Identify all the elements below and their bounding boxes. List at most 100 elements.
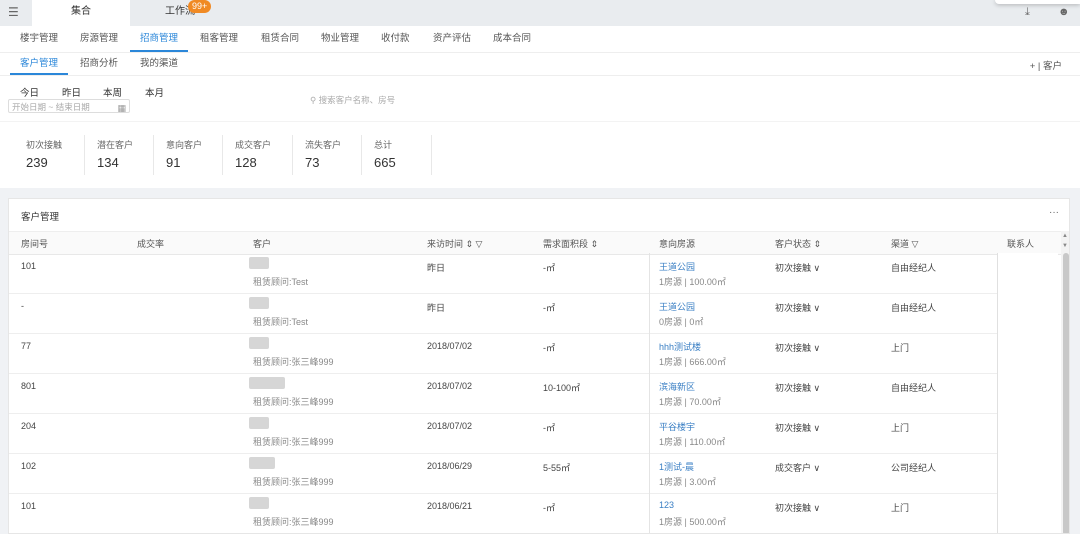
stat-total[interactable]: 总计 665 (361, 135, 396, 175)
customer-avatar (249, 417, 269, 429)
cell-channel: 自由经纪人 (891, 383, 937, 393)
nav-property[interactable]: 物业管理 (321, 26, 359, 50)
cell-property[interactable]: 平谷楼宇 (659, 420, 695, 433)
search-input[interactable]: ⚲ 搜索客户名称、房号 (310, 94, 395, 106)
cell-divider (649, 493, 650, 533)
quick-yesterday[interactable]: 昨日 (62, 85, 81, 99)
date-start: 开始日期 (12, 102, 47, 112)
cell-area: 10-100㎡ (543, 383, 581, 393)
cell-room: 77 (21, 341, 32, 351)
cell-advisor: 租赁顾问:Test (253, 277, 309, 287)
th-visit-time[interactable]: 来访时间 ⇕ ▽ (427, 237, 482, 250)
scroll-up-icon[interactable]: ▲ (1062, 233, 1068, 239)
th-room[interactable]: 房间号 (21, 237, 48, 250)
add-customer-button[interactable]: + | 客户 (1030, 58, 1062, 72)
th-customer[interactable]: 客户 (253, 237, 271, 250)
cell-divider (649, 413, 650, 453)
tab-collection[interactable]: 集合 (32, 0, 130, 26)
cell-property[interactable]: 王道公园 (659, 260, 695, 273)
cell-status[interactable]: 初次接触 ∨ (775, 421, 820, 434)
cell-divider (649, 253, 650, 293)
stat-label: 潜在客户 (97, 140, 134, 150)
cell-property[interactable]: hhh测试楼 (659, 340, 701, 353)
date-end: 结束日期 (55, 102, 90, 112)
cell-property-sub: 1房源 | 500.00㎡ (659, 517, 726, 527)
th-property[interactable]: 意向房源 (659, 237, 695, 250)
nav-asset[interactable]: 资产评估 (433, 26, 471, 50)
table-row[interactable]: 102 租赁顾问:张三峰999 2018/06/29 5-55㎡ 1测试-晨 1… (9, 453, 1057, 494)
card-title: 客户管理 (21, 212, 60, 223)
stat-value: 134 (97, 155, 119, 170)
cell-status[interactable]: 初次接触 ∨ (775, 501, 820, 514)
cell-status[interactable]: 初次接触 ∨ (775, 341, 820, 354)
cell-channel: 自由经纪人 (891, 263, 937, 273)
th-status[interactable]: 客户状态 ⇕ (775, 237, 821, 250)
stat-intent[interactable]: 意向客户 91 (153, 135, 202, 175)
cell-advisor: 租赁顾问:张三峰999 (253, 517, 334, 527)
nav-cost-contract[interactable]: 成本合同 (493, 26, 531, 50)
subnav-customer[interactable]: 客户管理 (10, 53, 69, 75)
th-contact[interactable]: 联系人 (1007, 237, 1034, 250)
menu-icon[interactable]: ☰ (8, 5, 19, 19)
cell-time: 2018/06/21 (427, 501, 473, 511)
cell-status[interactable]: 初次接触 ∨ (775, 261, 820, 274)
customer-avatar (249, 497, 269, 509)
nav-payment[interactable]: 收付款 (381, 26, 410, 50)
customer-table-card: 客户管理 ··· 房间号 成交率 客户 来访时间 ⇕ ▽ 需求面积段 ⇕ 意向房… (8, 198, 1070, 534)
quick-today[interactable]: 今日 (20, 85, 39, 99)
table-row[interactable]: 101 租赁顾问:张三峰999 2018/06/21 -㎡ 123 1房源 | … (9, 493, 1057, 533)
cell-property[interactable]: 王道公园 (659, 300, 695, 313)
table-row[interactable]: 801 租赁顾问:张三峰999 2018/07/02 10-100㎡ 滨海新区 … (9, 373, 1057, 414)
cell-time: 2018/07/02 (427, 341, 473, 351)
download-icon[interactable]: ⤓ (1025, 6, 1030, 19)
cell-time: 2018/06/29 (427, 461, 473, 471)
table-row[interactable]: 101 租赁顾问:Test 昨日 -㎡ 王道公园 1房源 | 100.00㎡ 初… (9, 253, 1057, 294)
cell-status[interactable]: 成交客户 ∨ (775, 461, 820, 474)
customer-avatar (249, 257, 269, 269)
nav-leasing[interactable]: 招商管理 (130, 26, 189, 52)
th-rate[interactable]: 成交率 (137, 237, 164, 250)
nav-lease-contract[interactable]: 租赁合同 (261, 26, 299, 50)
date-range-picker[interactable]: 开始日期 ~ 结束日期 ▦ (8, 99, 130, 113)
cell-area: -㎡ (543, 423, 555, 433)
quick-week[interactable]: 本周 (103, 85, 122, 99)
nav-building[interactable]: 楼宇管理 (20, 26, 58, 50)
cell-status[interactable]: 初次接触 ∨ (775, 381, 820, 394)
cell-property-sub: 1房源 | 3.00㎡ (659, 477, 716, 487)
stat-value: 73 (305, 155, 320, 170)
cell-property-sub: 1房源 | 666.00㎡ (659, 357, 726, 367)
cell-area: -㎡ (543, 263, 555, 273)
quick-month[interactable]: 本月 (145, 85, 164, 99)
stat-first-contact[interactable]: 初次接触 239 (14, 135, 62, 175)
cell-property[interactable]: 滨海新区 (659, 380, 695, 393)
tab-label: 集合 (71, 6, 91, 17)
stat-label: 成交客户 (235, 140, 272, 150)
nav-tenant[interactable]: 租客管理 (200, 26, 238, 50)
th-area[interactable]: 需求面积段 ⇕ (543, 237, 598, 250)
cell-time: 2018/07/02 (427, 421, 473, 431)
cell-status[interactable]: 初次接触 ∨ (775, 301, 820, 314)
stat-potential[interactable]: 潜在客户 134 (84, 135, 133, 175)
cell-area: -㎡ (543, 343, 555, 353)
more-icon[interactable]: ··· (1049, 207, 1059, 218)
th-channel[interactable]: 渠道 ▽ (891, 237, 918, 250)
stat-deal[interactable]: 成交客户 128 (222, 135, 271, 175)
table-row[interactable]: 77 租赁顾问:张三峰999 2018/07/02 -㎡ hhh测试楼 1房源 … (9, 333, 1057, 374)
subnav-channel[interactable]: 我的渠道 (140, 53, 178, 73)
scroll-down-icon[interactable]: ▼ (1062, 243, 1068, 249)
scrollbar-thumb[interactable] (1063, 253, 1069, 533)
user-icon[interactable]: ☻ (1058, 6, 1070, 18)
table-row[interactable]: 204 租赁顾问:张三峰999 2018/07/02 -㎡ 平谷楼宇 1房源 |… (9, 413, 1057, 454)
cell-time: 2018/07/02 (427, 381, 473, 391)
cell-property[interactable]: 1测试-晨 (659, 460, 694, 473)
table-row[interactable]: - 租赁顾问:Test 昨日 -㎡ 王道公园 0房源 | 0㎡ 初次接触 ∨ 自… (9, 293, 1057, 334)
stat-label: 总计 (374, 140, 393, 150)
cell-area: -㎡ (543, 303, 555, 313)
subnav-analysis[interactable]: 招商分析 (80, 53, 118, 73)
stat-lost[interactable]: 流失客户 73 (292, 135, 341, 175)
stat-label: 初次接触 (26, 140, 63, 150)
search-placeholder: 搜索客户名称、房号 (318, 95, 396, 105)
cell-property[interactable]: 123 (659, 500, 674, 510)
nav-house[interactable]: 房源管理 (80, 26, 118, 50)
cell-divider (649, 333, 650, 373)
